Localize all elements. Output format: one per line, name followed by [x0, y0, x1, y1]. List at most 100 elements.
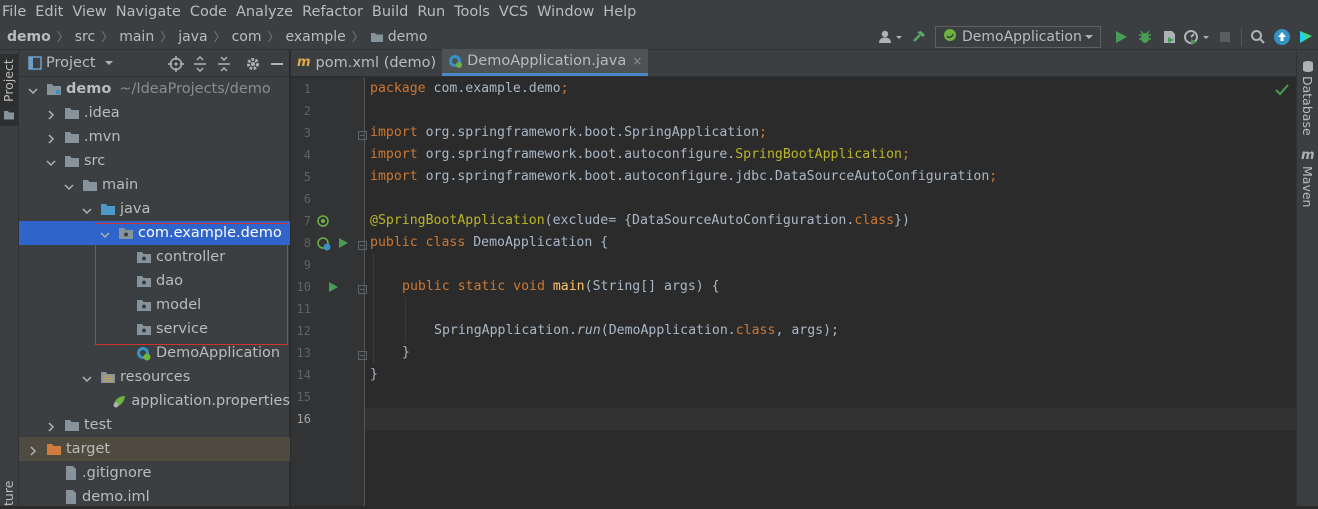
menu-help[interactable]: Help	[600, 4, 642, 20]
menu-navigate[interactable]: Navigate	[113, 4, 187, 20]
project-panel-title[interactable]: Project	[46, 55, 96, 71]
menu-refactor[interactable]: Refactor	[299, 4, 369, 20]
package-icon	[136, 250, 152, 264]
project-panel-header: Project	[19, 50, 289, 77]
tree-item-dao[interactable]: dao	[19, 269, 290, 293]
user-icon[interactable]	[876, 26, 906, 48]
toolbar-divider	[1241, 28, 1242, 46]
breadcrumb-demo-package[interactable]: demo	[388, 29, 428, 45]
menu-edit[interactable]: Edit	[32, 4, 69, 20]
breadcrumb-main[interactable]: main	[119, 29, 154, 45]
tree-item-label: service	[156, 321, 208, 337]
menu-file[interactable]: File	[0, 4, 32, 20]
tree-item-java[interactable]: java	[19, 197, 290, 221]
tree-item-target[interactable]: target	[19, 437, 290, 461]
tree-item-demo-application[interactable]: DemoApplication	[19, 341, 290, 365]
navigation-bar: demo 〉 src 〉 main 〉 java 〉 com 〉 example 〉 dem…	[0, 24, 1318, 50]
code-line-14: }	[370, 367, 378, 382]
update-icon[interactable]	[1271, 26, 1293, 48]
breadcrumb-java[interactable]: java	[178, 29, 207, 45]
structure-tool-tab[interactable]: ture	[1, 481, 16, 506]
locate-target-icon[interactable]	[165, 53, 187, 75]
breadcrumb-com[interactable]: com	[232, 29, 262, 45]
expand-all-icon[interactable]	[189, 53, 211, 75]
menu-window[interactable]: Window	[534, 4, 600, 20]
chevron-down-icon[interactable]	[82, 372, 92, 383]
tree-item-demo-iml[interactable]: demo.iml	[19, 485, 290, 509]
tree-item-main[interactable]: main	[19, 173, 290, 197]
tree-item-test[interactable]: test	[19, 413, 290, 437]
tree-item-gitignore[interactable]: .gitignore	[19, 461, 290, 485]
inspection-ok-icon[interactable]	[1275, 84, 1289, 100]
coverage-icon[interactable]	[1158, 26, 1180, 48]
chevron-right-icon[interactable]	[46, 420, 56, 432]
chevron-down-icon[interactable]	[82, 204, 92, 215]
menu-code[interactable]: Code	[187, 4, 233, 20]
stop-icon[interactable]	[1214, 26, 1236, 48]
tree-item-label: target	[66, 441, 111, 457]
chevron-down-icon[interactable]	[104, 59, 114, 67]
project-tool-tab[interactable]: Project	[0, 54, 18, 126]
breadcrumb-demo[interactable]: demo	[7, 29, 51, 45]
chevron-right-icon[interactable]	[46, 132, 56, 144]
fold-icon[interactable]	[358, 128, 367, 144]
chevron-down-icon[interactable]	[64, 180, 74, 191]
tree-item-path-hint: ~/IdeaProjects/demo	[119, 81, 271, 97]
breadcrumb-src[interactable]: src	[75, 29, 95, 45]
menu-analyze[interactable]: Analyze	[233, 4, 299, 20]
run-icon[interactable]	[1110, 26, 1132, 48]
debug-icon[interactable]	[1134, 26, 1156, 48]
breadcrumb-example[interactable]: example	[286, 29, 346, 45]
line-number: 2	[303, 104, 311, 118]
tree-item-com-example-demo[interactable]: com.example.demo	[19, 221, 290, 245]
spring-bean-icon[interactable]	[316, 236, 332, 256]
run-gutter-icon[interactable]	[327, 281, 339, 297]
database-tool-tab[interactable]: Database	[1300, 76, 1315, 136]
tab-pom-xml[interactable]: m pom.xml (demo)	[291, 49, 442, 76]
spring-class-icon	[136, 345, 152, 361]
bean-icon[interactable]	[316, 214, 330, 232]
tree-item-idea[interactable]: .idea	[19, 101, 290, 125]
chevron-right-icon[interactable]	[46, 108, 56, 120]
chevron-down-icon[interactable]	[28, 84, 38, 95]
run-configuration-select[interactable]: DemoApplication	[935, 26, 1101, 48]
close-icon[interactable]: ×	[632, 54, 642, 68]
line-number: 7	[303, 214, 311, 228]
chevron-right-icon[interactable]	[28, 444, 38, 456]
fold-icon[interactable]	[358, 348, 367, 364]
hammer-build-icon[interactable]	[908, 26, 930, 48]
tree-item-demo[interactable]: demo ~/IdeaProjects/demo	[19, 77, 290, 101]
chevron-down-icon[interactable]	[100, 228, 110, 239]
package-icon	[136, 298, 152, 312]
chevron-down-icon[interactable]	[46, 156, 56, 167]
tree-item-mvn[interactable]: .mvn	[19, 125, 290, 149]
code-line-10: public static void main(String[] args) {	[402, 279, 720, 294]
code-line-7: @SpringBootApplication(exclude= {DataSou…	[370, 213, 910, 228]
tree-item-label: com.example.demo	[138, 225, 282, 241]
tree-item-service[interactable]: service	[19, 317, 290, 341]
tree-item-label: src	[84, 153, 106, 169]
menu-tools[interactable]: Tools	[451, 4, 496, 20]
profile-icon[interactable]	[1182, 26, 1212, 48]
fold-icon[interactable]	[358, 282, 367, 298]
minimize-icon[interactable]	[266, 53, 288, 75]
tab-demo-application[interactable]: DemoApplication.java ×	[442, 49, 649, 76]
run-gutter-icon[interactable]	[337, 237, 349, 253]
menu-view[interactable]: View	[69, 4, 112, 20]
menu-vcs[interactable]: VCS	[496, 4, 534, 20]
chevron-right-icon: 〉	[267, 30, 280, 44]
toolbox-icon[interactable]	[1295, 26, 1317, 48]
menu-build[interactable]: Build	[369, 4, 414, 20]
tree-item-label: application.properties	[131, 393, 290, 409]
maven-tool-tab[interactable]: Maven	[1300, 166, 1315, 207]
tree-item-resources[interactable]: resources	[19, 365, 290, 389]
tree-item-application-properties[interactable]: application.properties	[19, 389, 290, 413]
fold-icon[interactable]	[358, 238, 367, 254]
tree-item-model[interactable]: model	[19, 293, 290, 317]
tree-item-controller[interactable]: controller	[19, 245, 290, 269]
search-icon[interactable]	[1247, 26, 1269, 48]
menu-run[interactable]: Run	[414, 4, 451, 20]
tree-item-src[interactable]: src	[19, 149, 290, 173]
gear-icon[interactable]	[242, 53, 264, 75]
collapse-all-icon[interactable]	[213, 53, 235, 75]
